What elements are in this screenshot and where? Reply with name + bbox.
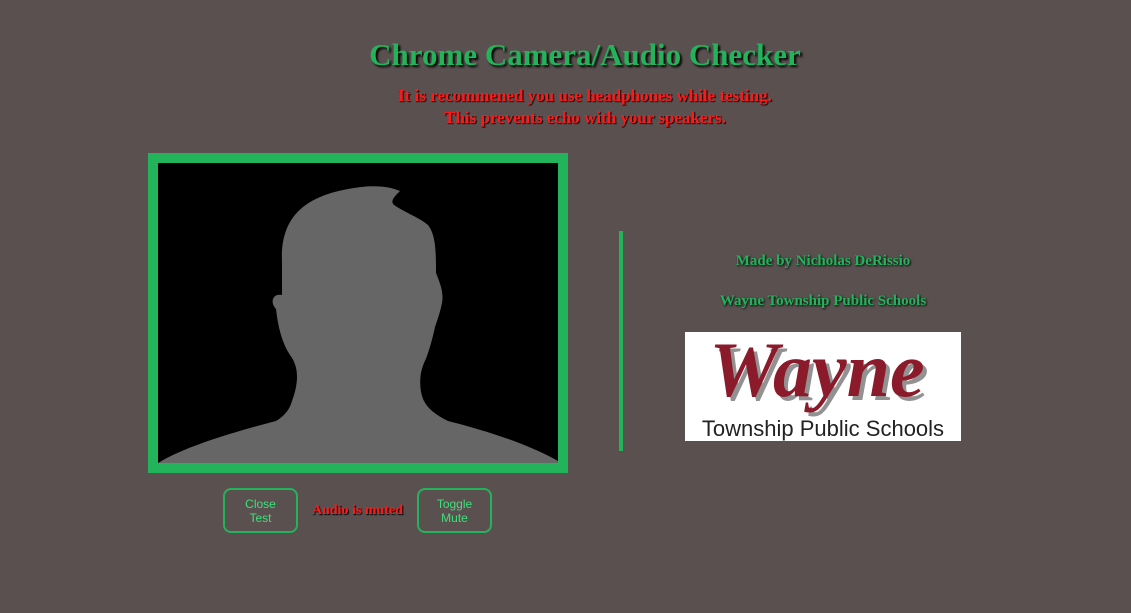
camera-preview [148, 153, 568, 473]
close-test-button[interactable]: Close Test [223, 488, 298, 533]
logo-wordmark: Wayne [709, 332, 924, 413]
audio-muted-status: Audio is muted [311, 502, 404, 518]
test-controls: Close Test Audio is muted Toggle Mute [223, 488, 492, 533]
author-credit: Made by Nicholas DeRissio [735, 253, 911, 269]
person-silhouette-icon [158, 186, 558, 463]
organization-name: Wayne Township Public Schools [719, 293, 927, 309]
toggle-mute-button[interactable]: Toggle Mute [417, 488, 492, 533]
wayne-township-logo: Wayne Wayne Township Public Schools [685, 332, 961, 441]
headphone-warning-line-2: This prevents echo with your speakers. [444, 108, 726, 127]
page-title: Chrome Camera/Audio Checker [369, 37, 801, 72]
headphone-warning-line-1: It is recommened you use headphones whil… [398, 86, 772, 105]
logo-subtitle: Township Public Schools [702, 416, 944, 441]
